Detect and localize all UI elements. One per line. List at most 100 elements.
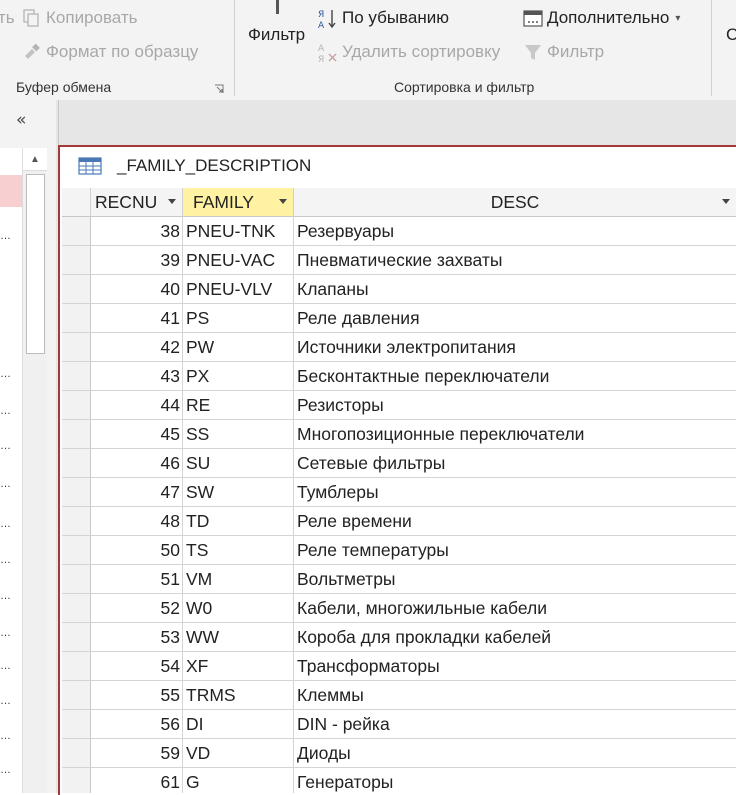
table-row[interactable]: 61 G Генераторы — [62, 768, 736, 793]
navigation-item[interactable]: … — [0, 730, 12, 742]
dialog-launcher-icon[interactable] — [214, 81, 224, 93]
record-selector[interactable] — [62, 507, 91, 536]
cell-family[interactable]: SS — [183, 420, 294, 449]
scroll-thumb[interactable] — [26, 174, 45, 354]
record-selector[interactable] — [62, 362, 91, 391]
table-row[interactable]: 40 PNEU-VLV Клапаны — [62, 275, 736, 304]
cell-desc[interactable]: Реле времени — [294, 507, 736, 536]
cell-desc[interactable]: Вольтметры — [294, 565, 736, 594]
cell-recnu[interactable]: 47 — [91, 478, 183, 507]
cell-family[interactable]: PX — [183, 362, 294, 391]
copy-button[interactable]: Копировать — [22, 8, 138, 28]
cell-recnu[interactable]: 38 — [91, 217, 183, 246]
navigation-selected-item[interactable] — [0, 175, 22, 207]
navigation-item[interactable]: … — [0, 695, 12, 707]
column-header-desc[interactable]: DESC — [294, 188, 736, 217]
cell-family[interactable]: SU — [183, 449, 294, 478]
chevron-down-icon[interactable] — [279, 199, 287, 204]
table-row[interactable]: 47 SW Тумблеры — [62, 478, 736, 507]
cell-desc[interactable]: DIN - рейка — [294, 710, 736, 739]
record-selector[interactable] — [62, 449, 91, 478]
column-header-family[interactable]: FAMILY — [183, 188, 294, 217]
cell-desc[interactable]: Клапаны — [294, 275, 736, 304]
record-selector[interactable] — [62, 710, 91, 739]
cell-desc[interactable]: Резервуары — [294, 217, 736, 246]
cell-recnu[interactable]: 51 — [91, 565, 183, 594]
cell-recnu[interactable]: 44 — [91, 391, 183, 420]
collapse-icon[interactable]: « — [16, 110, 26, 130]
table-row[interactable]: 45 SS Многопозиционные переключатели — [62, 420, 736, 449]
chevron-down-icon[interactable] — [722, 199, 730, 204]
remove-sort-button[interactable]: АЯ Удалить сортировку — [318, 42, 500, 65]
navigation-item[interactable]: … — [0, 627, 12, 639]
navigation-item[interactable]: … — [0, 554, 12, 566]
cell-family[interactable]: RE — [183, 391, 294, 420]
cell-family[interactable]: TD — [183, 507, 294, 536]
cell-family[interactable]: VM — [183, 565, 294, 594]
cell-desc[interactable]: Реле давления — [294, 304, 736, 333]
cell-family[interactable]: PNEU-VAC — [183, 246, 294, 275]
cell-desc[interactable]: Источники электропитания — [294, 333, 736, 362]
table-row[interactable]: 48 TD Реле времени — [62, 507, 736, 536]
record-selector[interactable] — [62, 420, 91, 449]
cell-recnu[interactable]: 50 — [91, 536, 183, 565]
navigation-item[interactable]: … — [0, 405, 12, 417]
cell-family[interactable]: PNEU-TNK — [183, 217, 294, 246]
cell-recnu[interactable]: 43 — [91, 362, 183, 391]
column-header-recnu[interactable]: RECNU — [91, 188, 183, 217]
cell-family[interactable]: WW — [183, 623, 294, 652]
record-selector[interactable] — [62, 594, 91, 623]
table-row[interactable]: 54 XF Трансформаторы — [62, 652, 736, 681]
cell-recnu[interactable]: 46 — [91, 449, 183, 478]
table-row[interactable]: 39 PNEU-VAC Пневматические захваты — [62, 246, 736, 275]
table-row[interactable]: 44 RE Резисторы — [62, 391, 736, 420]
cell-desc[interactable]: Генераторы — [294, 768, 736, 793]
scroll-up-icon[interactable]: ▲ — [23, 148, 47, 171]
cell-recnu[interactable]: 45 — [91, 420, 183, 449]
record-selector[interactable] — [62, 478, 91, 507]
cell-family[interactable]: PNEU-VLV — [183, 275, 294, 304]
table-row[interactable]: 38 PNEU-TNK Резервуары — [62, 217, 736, 246]
cell-family[interactable]: PS — [183, 304, 294, 333]
navigation-item[interactable]: … — [0, 230, 12, 242]
record-selector[interactable] — [62, 536, 91, 565]
cell-family[interactable]: TS — [183, 536, 294, 565]
cell-family[interactable]: SW — [183, 478, 294, 507]
record-selector[interactable] — [62, 246, 91, 275]
navigation-item[interactable]: … — [0, 440, 12, 452]
table-row[interactable]: 55 TRMS Клеммы — [62, 681, 736, 710]
navigation-scrollbar[interactable]: ▲ — [22, 148, 47, 793]
cell-desc[interactable]: Многопозиционные переключатели — [294, 420, 736, 449]
record-selector[interactable] — [62, 739, 91, 768]
cell-recnu[interactable]: 42 — [91, 333, 183, 362]
record-selector[interactable] — [62, 275, 91, 304]
cell-family[interactable]: PW — [183, 333, 294, 362]
record-selector[interactable] — [62, 304, 91, 333]
cell-family[interactable]: TRMS — [183, 681, 294, 710]
cell-desc[interactable]: Пневматические захваты — [294, 246, 736, 275]
record-selector[interactable] — [62, 391, 91, 420]
record-selector[interactable] — [62, 217, 91, 246]
record-selector[interactable] — [62, 565, 91, 594]
cell-desc[interactable]: Кабели, многожильные кабели — [294, 594, 736, 623]
cut-button-fragment[interactable]: ть — [0, 8, 15, 28]
cell-recnu[interactable]: 55 — [91, 681, 183, 710]
cell-desc[interactable]: Реле температуры — [294, 536, 736, 565]
sort-descending-button[interactable]: ЯА По убыванию — [318, 8, 449, 31]
cell-desc[interactable]: Тумблеры — [294, 478, 736, 507]
chevron-down-icon[interactable] — [168, 199, 176, 204]
table-row[interactable]: 42 PW Источники электропитания — [62, 333, 736, 362]
cell-recnu[interactable]: 52 — [91, 594, 183, 623]
table-row[interactable]: 41 PS Реле давления — [62, 304, 736, 333]
cell-desc[interactable]: Короба для прокладки кабелей — [294, 623, 736, 652]
navigation-item[interactable]: … — [0, 660, 12, 672]
record-selector[interactable] — [62, 681, 91, 710]
cell-desc[interactable]: Клеммы — [294, 681, 736, 710]
table-row[interactable]: 43 PX Бесконтактные переключатели — [62, 362, 736, 391]
navigation-item[interactable]: … — [0, 764, 12, 776]
record-selector[interactable] — [62, 652, 91, 681]
table-row[interactable]: 56 DI DIN - рейка — [62, 710, 736, 739]
cell-recnu[interactable]: 61 — [91, 768, 183, 793]
cell-recnu[interactable]: 56 — [91, 710, 183, 739]
record-selector[interactable] — [62, 623, 91, 652]
